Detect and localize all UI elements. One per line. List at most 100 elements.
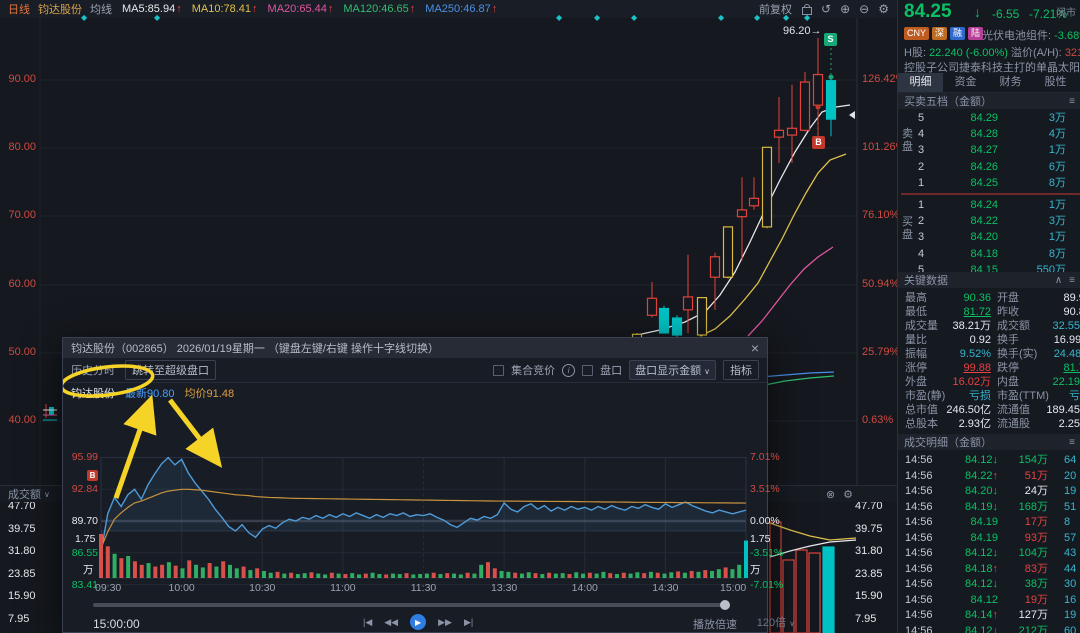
- forward-icon[interactable]: ▶▶: [438, 617, 452, 628]
- kd-value: 2.93亿: [958, 418, 991, 430]
- tx-price: 84.22↑: [964, 469, 998, 482]
- tx-amount: 127万: [1018, 609, 1048, 621]
- subchart-selector[interactable]: 成交额: [8, 486, 41, 502]
- hamburger-icon[interactable]: ≡: [1069, 437, 1075, 448]
- pct-axis-label: 76.10%: [862, 209, 900, 221]
- key-data-row: 最高 90.36 开盘 89.90: [898, 291, 1080, 305]
- sector-info[interactable]: 光伏电池组件: -3.68%: [982, 27, 1080, 43]
- transaction-row[interactable]: 14:56 84.14↑ 127万 19: [898, 608, 1080, 623]
- tx-extra: 51: [1064, 500, 1077, 513]
- intraday-pct-label: -3.51%: [750, 546, 784, 559]
- tab-股性[interactable]: 股性: [1033, 73, 1078, 92]
- volume-scale-label: 39.75: [855, 523, 883, 535]
- event-diamond-icon[interactable]: ◆: [154, 13, 160, 22]
- rewind-icon[interactable]: ◀◀: [384, 617, 398, 628]
- intraday-replay-popup: 钧达股份（002865） 2026/01/19星期一 （键盘左键/右键 操作十字…: [62, 337, 795, 633]
- popup-titlebar[interactable]: 钧达股份（002865） 2026/01/19星期一 （键盘左键/右键 操作十字…: [63, 338, 767, 358]
- event-diamond-icon[interactable]: ◆: [718, 13, 724, 22]
- info-icon[interactable]: i: [562, 363, 576, 377]
- kd-value: 16.02万: [952, 376, 991, 388]
- event-diamond-icon[interactable]: ◆: [556, 13, 562, 22]
- price-axis-label: 50.00: [8, 346, 36, 358]
- time-axis-label: 10:30: [249, 582, 276, 594]
- avg-price: 均价91.48: [184, 388, 235, 400]
- hamburger-icon[interactable]: ≡: [1069, 96, 1075, 107]
- event-diamond-icon[interactable]: ◆: [754, 13, 760, 22]
- tx-amount: 168万: [1018, 500, 1048, 513]
- price-axis-label: 90.00: [8, 73, 36, 85]
- intraday-chart[interactable]: 95.99 7.01% 92.84 3.51% 89.70 0.00% 86.55 -3.51…: [63, 402, 784, 598]
- auction-checkbox[interactable]: [493, 364, 505, 376]
- transaction-row[interactable]: 14:56 84.12↓ 154万 64: [898, 453, 1080, 468]
- chevron-down-icon[interactable]: ∨: [44, 490, 50, 499]
- buy-level-row[interactable]: 2 84.22 3万: [898, 213, 1080, 229]
- collapse-icon[interactable]: ∧: [1055, 275, 1062, 286]
- sell-level-row[interactable]: 3 84.27 1万: [898, 142, 1080, 158]
- transaction-row[interactable]: 14:56 84.12 19万 16: [898, 593, 1080, 608]
- time-axis-label: 15:00: [720, 582, 747, 594]
- sell-level-row[interactable]: 1 84.25 8万: [898, 175, 1080, 191]
- play-button[interactable]: ▶: [410, 614, 427, 630]
- sell-level-row[interactable]: 5 84.29 3万: [898, 110, 1080, 126]
- kd-value: 189.45亿: [1046, 404, 1080, 416]
- event-diamond-icon[interactable]: ◆: [631, 13, 637, 22]
- transaction-row[interactable]: 14:56 84.19 17万 8: [898, 515, 1080, 530]
- event-diamond-icon[interactable]: ◆: [783, 13, 789, 22]
- price-axis-label: 40.00: [8, 414, 36, 426]
- tx-extra: 43: [1064, 547, 1077, 559]
- tab-明细[interactable]: 明细: [898, 73, 943, 92]
- kd-value: 亏损: [969, 390, 991, 402]
- event-diamond-icon[interactable]: ◆: [594, 13, 600, 22]
- sell-level-row[interactable]: 2 84.26 6万: [898, 159, 1080, 175]
- replay-progress-slider[interactable]: [93, 600, 730, 610]
- event-diamond-icon[interactable]: ◆: [81, 13, 87, 22]
- sell-marker-badge[interactable]: S: [824, 33, 837, 46]
- level-amount: 4万: [1048, 128, 1066, 141]
- tx-amount: 212万: [1018, 624, 1048, 633]
- high-price-annotation: 96.20→: [783, 25, 822, 37]
- buy-level-row[interactable]: 4 84.18 8万: [898, 246, 1080, 262]
- auction-label: 集合竞价: [511, 365, 556, 377]
- slider-handle[interactable]: [720, 600, 730, 610]
- volume-max-label: 1.75: [75, 533, 96, 545]
- skip-start-icon[interactable]: |◀: [363, 617, 372, 628]
- key-data-row: 涨停 99.88 跌停 81.72: [898, 361, 1080, 375]
- skip-end-icon[interactable]: ▶|: [464, 617, 473, 628]
- transaction-row[interactable]: 14:56 84.12↓ 38万 30: [898, 577, 1080, 592]
- buy-level-row[interactable]: 1 84.24 1万: [898, 197, 1080, 213]
- transaction-row[interactable]: 14:56 84.22↑ 51万 20: [898, 469, 1080, 484]
- transaction-row[interactable]: 14:56 84.20↓ 24万 19: [898, 484, 1080, 499]
- display-mode-dropdown[interactable]: 盘口显示金额 ∨: [629, 360, 716, 380]
- kd-value: 38.21万: [952, 320, 991, 332]
- tx-extra: 16: [1064, 593, 1077, 606]
- jump-superlevel2-button[interactable]: 跳转至超级盘口: [125, 360, 216, 380]
- buy-marker-badge[interactable]: B: [812, 136, 825, 149]
- kd-value: 89.90: [1063, 292, 1080, 304]
- speed-dropdown[interactable]: 120倍 ∨: [757, 614, 795, 630]
- replay-controls: 15:00:00 |◀ ◀◀ ▶ ▶▶ ▶| 播放倍速 120倍 ∨: [63, 614, 795, 633]
- indicator-button[interactable]: 指标: [723, 360, 759, 380]
- buy-level-row[interactable]: 3 84.20 1万: [898, 229, 1080, 245]
- transaction-row[interactable]: 14:56 84.19↓ 168万 51: [898, 500, 1080, 515]
- close-icon[interactable]: ×: [751, 340, 759, 356]
- sell-level-row[interactable]: 4 84.28 4万: [898, 126, 1080, 142]
- transaction-row[interactable]: 14:56 84.12↓ 104万 43: [898, 546, 1080, 561]
- kd-label: 外盘: [905, 376, 927, 388]
- price-change: -6.55: [992, 7, 1020, 21]
- history-intraday-label[interactable]: 历史分时: [71, 362, 115, 378]
- intraday-buy-badge: B: [87, 470, 98, 481]
- pankou-checkbox[interactable]: [582, 364, 594, 376]
- kd-label: 量比: [905, 334, 927, 346]
- transaction-row[interactable]: 14:56 84.12↓ 212万 60: [898, 624, 1080, 633]
- tab-资金[interactable]: 资金: [943, 73, 988, 92]
- hamburger-icon[interactable]: ≡: [1069, 275, 1075, 286]
- tx-amount: 51万: [1024, 469, 1048, 482]
- transaction-row[interactable]: 14:56 84.18↑ 83万 44: [898, 562, 1080, 577]
- close-circle-icon[interactable]: ⊗: [826, 488, 835, 501]
- tab-财务[interactable]: 财务: [988, 73, 1033, 92]
- event-diamond-icon[interactable]: ◆: [804, 13, 810, 22]
- level-price: 84.18: [970, 247, 998, 260]
- transaction-row[interactable]: 14:56 84.19 93万 57: [898, 531, 1080, 546]
- hshare-info: H股: 22.240 (-6.00%) 溢价(A/H): 321.72%: [904, 47, 1080, 59]
- gear-icon[interactable]: ⚙: [843, 488, 853, 501]
